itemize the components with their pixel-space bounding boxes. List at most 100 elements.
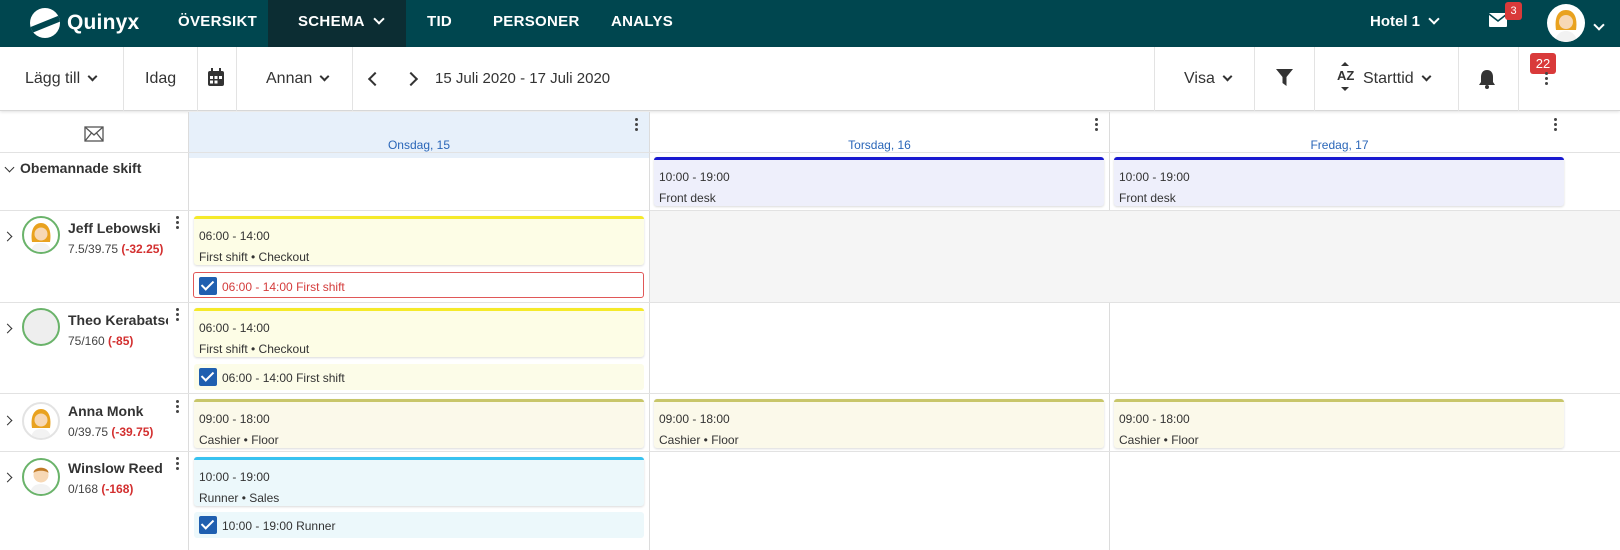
shift-card[interactable]: 10:00 - 19:00 Runner • Sales (194, 457, 644, 506)
shift-card[interactable]: 06:00 - 14:00 First shift • Checkout (194, 216, 644, 265)
task-time: 10:00 - 19:00 (222, 519, 293, 533)
day-options-icon[interactable] (1095, 118, 1099, 132)
shift-card[interactable]: 09:00 - 18:00 Cashier • Floor (654, 399, 1104, 448)
employee-options-icon[interactable] (176, 457, 180, 471)
calendar-icon[interactable] (207, 68, 225, 87)
add-button[interactable]: Lägg till (25, 47, 98, 111)
shift-time: 09:00 - 18:00 (1119, 412, 1190, 426)
nav-item-tid[interactable]: TID (427, 0, 467, 47)
today-label: Idag (145, 70, 177, 87)
shift-time: 10:00 - 19:00 (659, 170, 730, 184)
expand-chevron-icon[interactable] (2, 472, 13, 483)
grid-line (0, 451, 1620, 452)
employee-name[interactable]: Winslow Reed (68, 460, 163, 476)
unstaffed-shift[interactable]: 10:00 - 19:00 Front desk (1114, 157, 1564, 206)
employee-name[interactable]: Theo Kerabatsos (68, 312, 168, 328)
nav-item-personer[interactable]: PERSONER (493, 0, 593, 47)
schedule-grid: Onsdag, 15 Torsdag, 16 Fredag, 17 Obeman… (0, 112, 1620, 550)
next-period-icon[interactable] (403, 71, 419, 87)
sort-az-icon[interactable]: AZ (1336, 62, 1356, 93)
hotel-label: Hotel 1 (1370, 13, 1421, 30)
day-options-icon[interactable] (1554, 118, 1558, 132)
grid-line (0, 152, 1620, 153)
task-time: 06:00 - 14:00 (222, 371, 293, 385)
more-options-icon[interactable] (1545, 72, 1549, 86)
shift-time: 10:00 - 19:00 (199, 470, 270, 484)
day-header-label: Torsdag, 16 (848, 138, 911, 152)
employee-avatar (22, 458, 60, 496)
task-card[interactable]: 06:00 - 14:00 First shift (193, 272, 644, 298)
arrow-down-icon (1341, 87, 1349, 91)
sort-selector[interactable]: Starttid (1363, 47, 1432, 111)
expand-chevron-icon[interactable] (2, 323, 13, 334)
shift-card[interactable]: 09:00 - 18:00 Cashier • Floor (194, 399, 644, 448)
message-icon[interactable] (84, 126, 104, 142)
employee-avatar (22, 402, 60, 440)
day-header-label: Onsdag, 15 (387, 138, 451, 152)
hours-value: 0/168 (68, 482, 99, 496)
employee-options-icon[interactable] (176, 308, 180, 322)
hours-value: 75/160 (68, 334, 105, 348)
checkbox-checked-icon[interactable] (199, 516, 217, 534)
toolbar-divider (1518, 47, 1519, 111)
sort-label: Starttid (1363, 70, 1414, 87)
add-label: Lägg till (25, 70, 81, 87)
shift-description: First shift • Checkout (199, 250, 310, 264)
employee-name[interactable]: Anna Monk (68, 403, 143, 419)
bell-icon[interactable] (1477, 69, 1497, 89)
period-selector[interactable]: Annan (266, 47, 330, 111)
avatar-woman-icon (31, 223, 51, 252)
employee-hours: 75/160 (-85) (68, 334, 133, 348)
shift-description: Cashier • Floor (199, 433, 279, 447)
toolbar-divider (1458, 47, 1459, 111)
previous-period-icon[interactable] (367, 71, 383, 87)
today-button[interactable]: Idag (145, 47, 176, 111)
checkbox-checked-icon[interactable] (199, 277, 217, 295)
shift-time: 06:00 - 14:00 (199, 321, 270, 335)
chevron-down-icon (1222, 71, 1233, 82)
notification-badge: 22 (1530, 53, 1556, 74)
shift-description: Front desk (659, 191, 716, 205)
checkbox-checked-icon[interactable] (199, 368, 217, 386)
grid-line (0, 302, 1620, 303)
date-range: 15 Juli 2020 - 17 Juli 2020 (435, 70, 611, 87)
grid-line (1109, 112, 1110, 550)
show-button[interactable]: Visa (1184, 47, 1233, 111)
top-navigation: Quinyx ÖVERSIKT SCHEMA TID PERSONER ANAL… (0, 0, 1620, 47)
show-label: Visa (1184, 70, 1215, 87)
employee-hours: 0/39.75 (-39.75) (68, 425, 153, 439)
shift-description: Runner • Sales (199, 491, 280, 505)
quinyx-logo[interactable]: Quinyx (30, 6, 139, 40)
shift-card[interactable]: 06:00 - 14:00 First shift • Checkout (194, 308, 644, 357)
employee-options-icon[interactable] (176, 216, 180, 230)
nav-item-oversikt[interactable]: ÖVERSIKT (178, 0, 258, 47)
hotel-selector[interactable]: Hotel 1 (1370, 0, 1440, 47)
employee-options-icon[interactable] (176, 400, 180, 414)
toolbar-divider (1154, 47, 1155, 111)
employee-name[interactable]: Jeff Lebowski (68, 220, 161, 236)
employee-avatar (22, 308, 60, 346)
nav-item-schema[interactable]: SCHEMA (268, 0, 406, 47)
task-card[interactable]: 06:00 - 14:00 First shift (194, 364, 644, 390)
chevron-down-icon (87, 71, 98, 82)
logo-text: Quinyx (67, 11, 140, 34)
shift-description: Front desk (1119, 191, 1176, 205)
day-options-icon[interactable] (635, 118, 639, 132)
shift-card[interactable]: 09:00 - 18:00 Cashier • Floor (1114, 399, 1564, 448)
user-menu-caret[interactable] (1593, 19, 1605, 37)
unavailable-area (650, 211, 1620, 302)
toolbar-divider (197, 47, 198, 111)
task-label: First shift (296, 371, 345, 385)
shift-time: 09:00 - 18:00 (659, 412, 730, 426)
unstaffed-shift[interactable]: 10:00 - 19:00 Front desk (654, 157, 1104, 206)
collapse-chevron-icon[interactable] (4, 162, 15, 173)
employee-hours: 0/168 (-168) (68, 482, 133, 496)
chevron-down-icon (1421, 71, 1432, 82)
hours-difference: (-32.25) (121, 242, 164, 256)
task-card[interactable]: 10:00 - 19:00 Runner (194, 512, 644, 538)
user-avatar[interactable] (1547, 4, 1585, 42)
filter-icon[interactable] (1276, 69, 1293, 87)
expand-chevron-icon[interactable] (2, 415, 13, 426)
nav-item-analys[interactable]: ANALYS (611, 0, 681, 47)
expand-chevron-icon[interactable] (2, 231, 13, 242)
